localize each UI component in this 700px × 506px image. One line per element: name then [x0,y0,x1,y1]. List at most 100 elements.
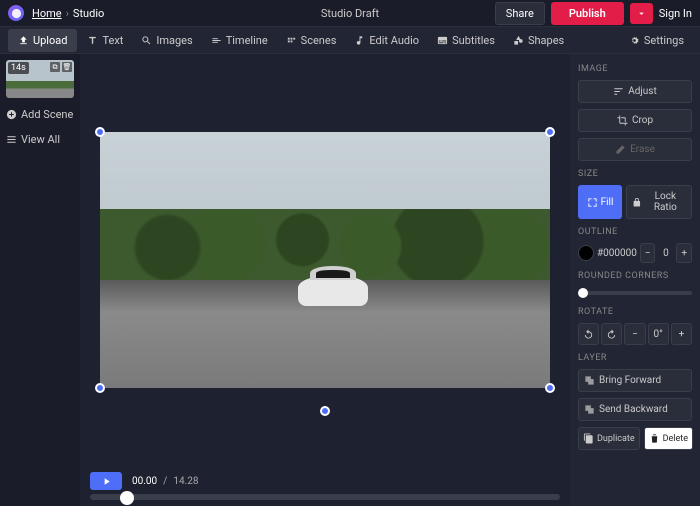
rotate-value: 0° [648,323,669,345]
rounded-slider[interactable] [578,291,692,295]
breadcrumb-home[interactable]: Home [32,7,62,20]
crop-icon [617,115,628,126]
backward-icon [584,404,595,415]
upload-button[interactable]: Upload [8,29,77,52]
section-rounded: ROUNDED CORNERS [578,271,692,281]
share-button[interactable]: Share [495,2,545,25]
play-button[interactable] [90,472,122,490]
document-title[interactable]: Studio Draft [321,7,379,20]
playback-bar: 00.00 / 14.28 [80,466,570,506]
search-icon [141,35,152,46]
properties-panel: IMAGE Adjust Crop Erase SIZE Fill Lock R… [570,54,700,506]
add-scene-button[interactable]: Add Scene [6,106,74,123]
canvas-selection[interactable] [100,132,550,388]
canvas-image[interactable] [100,132,550,388]
add-scene-label: Add Scene [21,108,73,121]
section-size: SIZE [578,169,692,179]
subtitles-tool[interactable]: Subtitles [429,30,503,51]
resize-handle-bl[interactable] [95,383,105,393]
rotate-handle[interactable] [320,406,330,416]
breadcrumb: Home › Studio [32,7,104,20]
section-rotate: ROTATE [578,307,692,317]
canvas-area: 00.00 / 14.28 [80,54,570,506]
scene-duration: 14s [8,62,29,74]
section-outline: OUTLINE [578,227,692,237]
plus-circle-icon [6,109,17,120]
adjust-button[interactable]: Adjust [578,80,692,103]
car-object [298,276,368,306]
rotate-plus[interactable]: + [671,323,692,345]
rotate-ccw[interactable] [578,323,599,345]
subtitles-label: Subtitles [452,34,495,47]
signin-link[interactable]: Sign In [659,7,692,20]
duplicate-button[interactable]: Duplicate [578,427,640,450]
scenes-panel: 14s ⧉ 🗑 Add Scene View All [0,54,80,506]
list-icon [6,134,17,145]
outline-minus[interactable]: − [640,243,656,263]
images-label: Images [156,34,192,47]
scenes-icon [286,35,297,46]
rotate-ccw-icon [583,329,594,340]
toolbar: Upload Text Images Timeline Scenes Edit … [0,26,700,54]
lock-icon [632,197,642,208]
timeline-tool[interactable]: Timeline [203,30,276,51]
send-backward-button[interactable]: Send Backward [578,398,692,421]
timeline-scrubber[interactable] [90,494,560,500]
scene-thumbnail[interactable]: 14s ⧉ 🗑 [6,60,74,98]
settings-button[interactable]: Settings [621,30,692,51]
erase-button[interactable]: Erase [578,138,692,161]
timeline-icon [211,35,222,46]
section-layer: LAYER [578,353,692,363]
publish-dropdown[interactable] [630,3,653,24]
scrubber-handle[interactable] [120,491,134,505]
copy-icon[interactable]: ⧉ [50,62,60,72]
outline-width: 0 [658,243,673,263]
audio-icon [354,35,365,46]
images-tool[interactable]: Images [133,30,200,51]
rotate-cw[interactable] [601,323,622,345]
delete-button[interactable]: Delete [644,427,693,450]
subtitles-icon [437,35,448,46]
resize-handle-tr[interactable] [545,127,555,137]
chevron-down-icon [636,8,647,19]
upload-icon [18,35,29,46]
shapes-tool[interactable]: Shapes [505,30,572,51]
resize-handle-tl[interactable] [95,127,105,137]
editaudio-label: Edit Audio [369,34,419,47]
gear-icon [629,35,640,46]
header-bar: Home › Studio Studio Draft Share Publish… [0,0,700,26]
breadcrumb-current: Studio [73,7,104,20]
scenes-label: Scenes [301,34,337,47]
resize-handle-br[interactable] [545,383,555,393]
view-all-button[interactable]: View All [6,131,74,148]
outline-color-swatch[interactable] [578,245,594,261]
play-icon [101,476,112,487]
section-image: IMAGE [578,64,692,74]
timeline-label: Timeline [226,34,268,47]
fill-icon [587,197,598,208]
delete-scene-icon[interactable]: 🗑 [62,62,72,72]
rotate-cw-icon [606,329,617,340]
text-icon [87,35,98,46]
outline-color-value: #000000 [597,248,637,259]
duplicate-icon [583,433,594,444]
fill-button[interactable]: Fill [578,185,622,219]
publish-button[interactable]: Publish [551,2,624,25]
timecode: 00.00 / 14.28 [132,476,198,487]
shapes-icon [513,35,524,46]
view-all-label: View All [21,133,60,146]
erase-icon [615,144,626,155]
lock-ratio-button[interactable]: Lock Ratio [626,185,692,219]
adjust-icon [613,86,624,97]
scenes-tool[interactable]: Scenes [278,30,345,51]
breadcrumb-separator: › [66,7,69,20]
app-logo[interactable] [8,5,24,21]
text-tool[interactable]: Text [79,30,131,51]
rotate-minus[interactable]: − [624,323,645,345]
text-label: Text [102,34,123,47]
bring-forward-button[interactable]: Bring Forward [578,369,692,392]
editaudio-tool[interactable]: Edit Audio [346,30,427,51]
crop-button[interactable]: Crop [578,109,692,132]
outline-plus[interactable]: + [676,243,692,263]
trash-icon [649,433,660,444]
